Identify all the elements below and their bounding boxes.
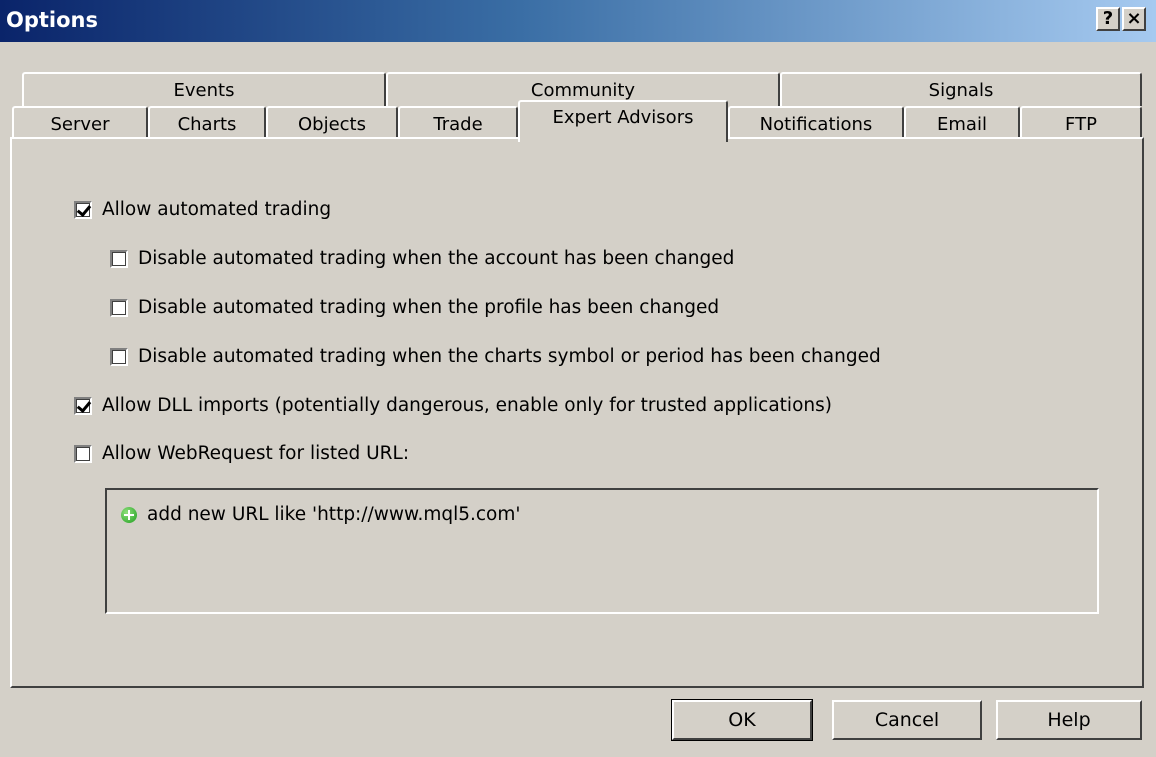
tab-label: Expert Advisors — [552, 106, 694, 128]
tab-objects[interactable]: Objects — [266, 106, 398, 140]
tab-label: Notifications — [759, 113, 873, 135]
option-label: Allow DLL imports (potentially dangerous… — [102, 395, 832, 416]
option-label: Disable automated trading when the chart… — [138, 346, 881, 367]
allow-webrequest-checkbox[interactable] — [74, 444, 92, 463]
button-label: Cancel — [874, 709, 940, 731]
disable-on-account-change-checkbox[interactable] — [110, 249, 128, 268]
allow-dll-imports-option[interactable]: Allow DLL imports (potentially dangerous… — [74, 395, 832, 416]
disable-on-account-change-option[interactable]: Disable automated trading when the accou… — [110, 248, 734, 269]
disable-on-profile-change-checkbox[interactable] — [110, 298, 128, 317]
tab-label: Community — [530, 79, 636, 101]
allow-dll-imports-checkbox[interactable] — [74, 396, 92, 415]
allow-automated-trading-option[interactable]: Allow automated trading — [74, 199, 331, 220]
option-label: Disable automated trading when the accou… — [138, 248, 735, 269]
tab-trade[interactable]: Trade — [398, 106, 518, 140]
add-url-item[interactable]: add new URL like 'http://www.mql5.com' — [121, 504, 521, 525]
tab-label: FTP — [1065, 113, 1097, 135]
close-title-button[interactable]: × — [1122, 7, 1146, 31]
tab-label: Server — [50, 113, 110, 135]
tab-notifications[interactable]: Notifications — [728, 106, 904, 140]
close-icon: × — [1126, 8, 1142, 29]
disable-on-profile-change-option[interactable]: Disable automated trading when the profi… — [110, 297, 719, 318]
window-title: Options — [6, 8, 98, 32]
button-label: Help — [1047, 709, 1091, 731]
help-button[interactable]: Help — [996, 700, 1142, 740]
allow-automated-trading-checkbox[interactable] — [74, 200, 92, 219]
tab-signals[interactable]: Signals — [780, 72, 1142, 106]
option-label: Allow automated trading — [102, 199, 332, 220]
url-list-box[interactable]: add new URL like 'http://www.mql5.com' — [105, 488, 1099, 614]
button-label: OK — [728, 709, 756, 731]
tab-ftp[interactable]: FTP — [1020, 106, 1142, 140]
tab-label: Charts — [177, 113, 237, 135]
tab-label: Signals — [928, 79, 994, 101]
tab-events[interactable]: Events — [22, 72, 386, 106]
option-label: Disable automated trading when the profi… — [138, 297, 720, 318]
disable-on-symbol-change-checkbox[interactable] — [110, 347, 128, 366]
plus-circle-icon — [121, 506, 137, 523]
option-label: Allow WebRequest for listed URL: — [102, 443, 410, 464]
help-icon: ? — [1102, 8, 1114, 29]
help-title-button[interactable]: ? — [1096, 7, 1120, 31]
tab-label: Events — [173, 79, 235, 101]
tab-label: Trade — [433, 113, 483, 135]
ok-button[interactable]: OK — [671, 699, 813, 741]
tab-label: Objects — [297, 113, 366, 135]
tab-charts[interactable]: Charts — [148, 106, 266, 140]
tab-expert-advisors[interactable]: Expert Advisors — [518, 100, 728, 142]
tab-server[interactable]: Server — [12, 106, 148, 140]
cancel-button[interactable]: Cancel — [832, 700, 982, 740]
title-bar: Options ? × — [0, 0, 1156, 42]
add-url-hint: add new URL like 'http://www.mql5.com' — [147, 504, 521, 525]
tab-email[interactable]: Email — [904, 106, 1020, 140]
disable-on-symbol-change-option[interactable]: Disable automated trading when the chart… — [110, 346, 881, 367]
allow-webrequest-option[interactable]: Allow WebRequest for listed URL: — [74, 443, 409, 464]
tab-label: Email — [937, 113, 987, 135]
